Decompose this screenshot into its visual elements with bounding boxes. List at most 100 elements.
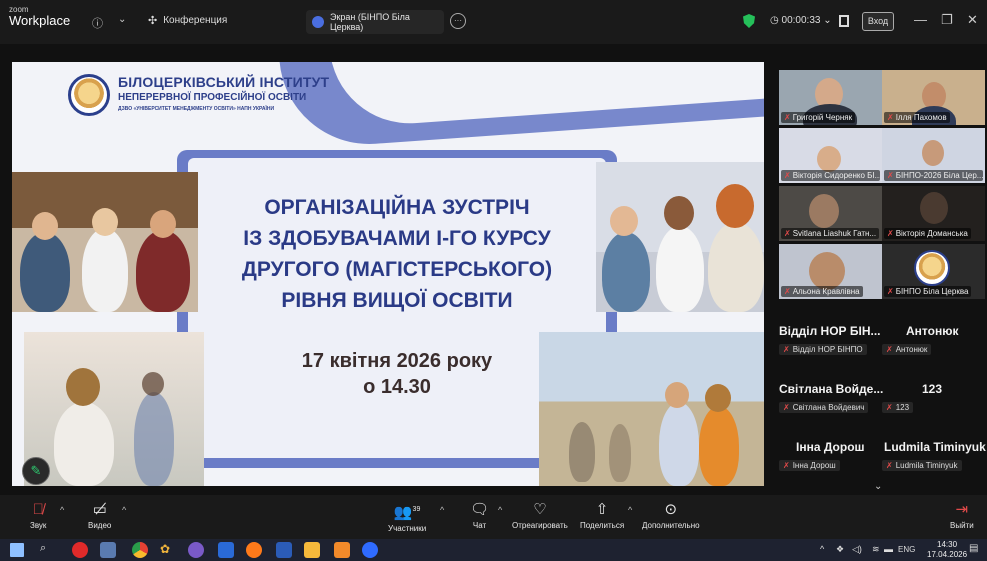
participant-name-large[interactable]: Світлана Войде... [779, 382, 883, 396]
participant-video-tile[interactable]: ✗ Вікторія Доманська [882, 186, 985, 241]
participant-video-tile[interactable]: ✗ Ілля Пахомов [882, 70, 985, 125]
chat-options-chevron-icon[interactable]: ^ [498, 505, 502, 515]
students-photo [12, 172, 198, 312]
share-screen-tab[interactable]: Экран (БІНПО Біла Церква) [306, 10, 444, 34]
file-icon[interactable] [100, 542, 116, 558]
share-options-chevron-icon[interactable]: ^ [628, 505, 632, 515]
mic-muted-icon: ✗ [887, 229, 894, 238]
participant-name: Вікторія Доманська [895, 229, 968, 238]
participant-name: 123 [895, 403, 910, 412]
participant-name: Ілля Пахомов [895, 113, 947, 122]
video-button[interactable]: ▭̸ Видео [88, 501, 111, 530]
more-button[interactable]: ⊙ Дополнительно [642, 501, 700, 530]
encryption-shield-icon[interactable] [743, 14, 755, 28]
participant-name-large[interactable]: Відділ НОР БІН... [779, 324, 881, 338]
participant-caption: ✗ Ludmila Timinyuk [882, 460, 962, 471]
tray-app-icon[interactable]: ❖ [836, 544, 844, 555]
timer-value: 00:00:33 [781, 15, 821, 26]
event-date: 17 квітня 2026 року [301, 350, 493, 372]
enter-button[interactable]: Вход [862, 12, 894, 31]
chevron-down-icon[interactable]: ⌄ [118, 14, 126, 25]
participants-button[interactable]: 👥39 Участники [388, 501, 426, 533]
participants-options-chevron-icon[interactable]: ^ [440, 505, 444, 515]
clock-date: 17.04.2026 [927, 550, 968, 559]
participant-name-large[interactable]: 123 [922, 382, 942, 396]
participant-caption: ✗ Відділ НОР БІНПО [779, 344, 867, 355]
video-label: Видео [88, 521, 112, 530]
opera-icon[interactable] [72, 542, 88, 558]
firefox-icon[interactable] [246, 542, 262, 558]
participant-video-tile[interactable]: ✗ Svitlana Liashuk Гатн... [779, 186, 882, 241]
video-options-chevron-icon[interactable]: ^ [122, 505, 126, 515]
share-tab-label: Экран (БІНПО Біла Церква) [330, 12, 410, 32]
share-screen-icon: ⇧ [595, 501, 609, 518]
participant-name: БІНПО-2026 Біла Цер... [895, 171, 983, 180]
participant-name: Альона Кравлівна [792, 287, 860, 296]
event-time: о 14.30 [363, 376, 431, 398]
chat-label: Чат [472, 521, 487, 530]
tray-chevron-up-icon[interactable]: ^ [820, 544, 824, 554]
input-language[interactable]: ENG [898, 545, 915, 554]
minimize-icon[interactable]: — [914, 12, 927, 27]
student-photo [24, 332, 204, 486]
heart-icon: ♡ [533, 501, 547, 518]
chrome-icon[interactable] [132, 542, 148, 558]
participant-video-tile-active-speaker[interactable]: ✗ Вікторія Сидоренко БІ... [779, 128, 882, 183]
participant-video-tile[interactable]: ✗ БІНПО-2026 Біла Цер... [882, 128, 985, 183]
meeting-timer[interactable]: ◷ 00:00:33 ⌄ [770, 15, 832, 26]
leave-icon: ⇥ [955, 501, 969, 518]
participant-caption: ✗ Антонюк [882, 344, 932, 355]
participant-video-tile[interactable]: ✗ БІНПО Біла Церква [882, 244, 985, 299]
mic-muted-icon: ✗ [887, 171, 894, 180]
mic-muted-icon: ✗ [887, 113, 894, 122]
word-icon[interactable] [276, 542, 292, 558]
network-icon[interactable]: ≋ [872, 544, 880, 555]
info-icon[interactable]: ⓘ [92, 15, 103, 31]
windows-start-icon[interactable] [10, 543, 24, 557]
mic-muted-icon: ✗ [784, 113, 791, 122]
mic-muted-icon: 🎙̸ [32, 501, 44, 518]
audio-button[interactable]: 🎙̸ Звук [30, 501, 46, 530]
meeting-title[interactable]: ✣ Конференция [148, 14, 227, 27]
viber-icon[interactable] [188, 542, 204, 558]
leave-button[interactable]: ⇥ Выйти [950, 501, 974, 530]
close-icon[interactable]: ✕ [967, 12, 978, 28]
more-tabs-icon[interactable]: ··· [450, 13, 466, 29]
app-icon[interactable] [334, 542, 350, 558]
participant-name-large[interactable]: Ludmila Timinyuk [884, 440, 986, 454]
event-datetime: 17 квітня 2026 року о 14.30 [188, 348, 606, 400]
chat-button[interactable]: 🗨 Чат [470, 501, 489, 530]
notifications-icon[interactable]: ▤ [969, 543, 978, 554]
chevron-down-icon[interactable]: ⌄ [874, 481, 882, 492]
participant-video-tile[interactable]: ✗ Альона Кравлівна [779, 244, 882, 299]
view-layout-icon[interactable] [839, 15, 849, 27]
camera-off-icon: ▭̸ [92, 501, 107, 518]
audio-options-chevron-icon[interactable]: ^ [60, 505, 64, 515]
participant-avatar-logo-icon [914, 250, 950, 286]
slide-headline: ОРГАНІЗАЦІЙНА ЗУСТРІЧ ІЗ ЗДОБУВАЧАМИ І-Г… [188, 192, 606, 316]
participant-name-large[interactable]: Антонюк [906, 324, 958, 338]
battery-icon[interactable]: ▬ [884, 544, 893, 554]
paint-icon[interactable]: ✿ [160, 542, 176, 558]
restore-icon[interactable]: ❐ [941, 12, 953, 28]
mic-muted-icon: ✗ [783, 345, 790, 354]
react-label: Отреагировать [512, 521, 568, 530]
annotate-pencil-icon[interactable]: ✎ [22, 457, 50, 485]
participant-video-tile[interactable]: ✗ Григорій Черняк [779, 70, 882, 125]
folder-icon[interactable] [304, 542, 320, 558]
participants-label: Участники [388, 524, 427, 533]
institute-subtitle: НЕПЕРЕРВНОЇ ПРОФЕСІЙНОЇ ОСВІТИ [118, 92, 307, 103]
app-icon[interactable] [218, 542, 234, 558]
meeting-title-label: Конференция [163, 15, 228, 26]
meeting-icon: ✣ [148, 15, 158, 27]
volume-icon[interactable]: ◁) [852, 544, 862, 555]
zoom-logo: zoom Workplace [9, 6, 70, 28]
react-button[interactable]: ♡ Отреагировать [512, 501, 568, 530]
zoom-taskbar-icon[interactable] [362, 542, 378, 558]
participant-caption: ✗ Інна Дорош [779, 460, 840, 471]
search-icon[interactable]: ⌕ [40, 542, 46, 555]
participant-name-large[interactable]: Інна Дорош [796, 440, 865, 454]
mic-muted-icon: ✗ [784, 229, 791, 238]
share-button[interactable]: ⇧ Поделиться [580, 501, 624, 530]
taskbar-clock[interactable]: 14:30 17.04.2026 [927, 540, 967, 560]
